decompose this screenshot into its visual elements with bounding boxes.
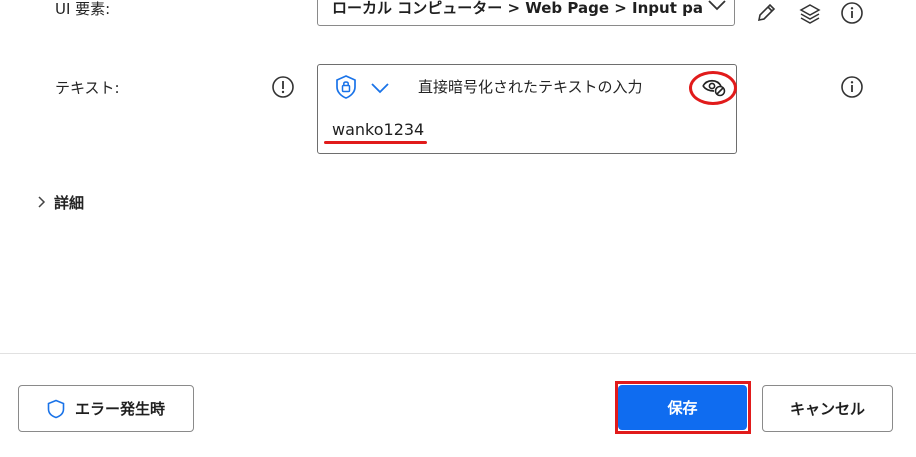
- footer-divider: [0, 353, 916, 354]
- text-input-field[interactable]: 直接暗号化されたテキストの入力 wanko1234: [317, 64, 737, 154]
- value-underline: [324, 141, 427, 144]
- text-value: wanko1234: [332, 120, 425, 139]
- info-icon[interactable]: [839, 74, 865, 100]
- shield-icon: [47, 399, 65, 419]
- chevron-down-icon: [706, 0, 728, 16]
- details-expander[interactable]: 詳細: [34, 190, 84, 214]
- on-error-label: エラー発生時: [74, 400, 165, 418]
- ui-element-select[interactable]: ローカル コンピューター > Web Page > Input passv: [317, 0, 735, 26]
- text-label: テキスト:: [55, 79, 120, 97]
- ui-element-value: ローカル コンピューター > Web Page > Input passv: [332, 0, 702, 17]
- cancel-button[interactable]: キャンセル: [762, 385, 893, 432]
- warning-info-icon: [270, 74, 296, 100]
- hide-text-eye-icon[interactable]: [701, 75, 727, 99]
- on-error-button[interactable]: エラー発生時: [18, 385, 194, 432]
- ui-element-label: UI 要素:: [55, 0, 111, 18]
- chevron-down-icon[interactable]: [368, 77, 392, 99]
- info-icon[interactable]: [839, 0, 865, 26]
- text-mode-label: 直接暗号化されたテキストの入力: [418, 78, 643, 96]
- save-button[interactable]: 保存: [618, 385, 747, 430]
- details-label: 詳細: [54, 193, 85, 212]
- edit-pencil-icon[interactable]: [753, 0, 779, 26]
- layers-icon[interactable]: [797, 0, 823, 26]
- shield-lock-icon[interactable]: [332, 73, 360, 101]
- chevron-right-icon: [34, 194, 48, 210]
